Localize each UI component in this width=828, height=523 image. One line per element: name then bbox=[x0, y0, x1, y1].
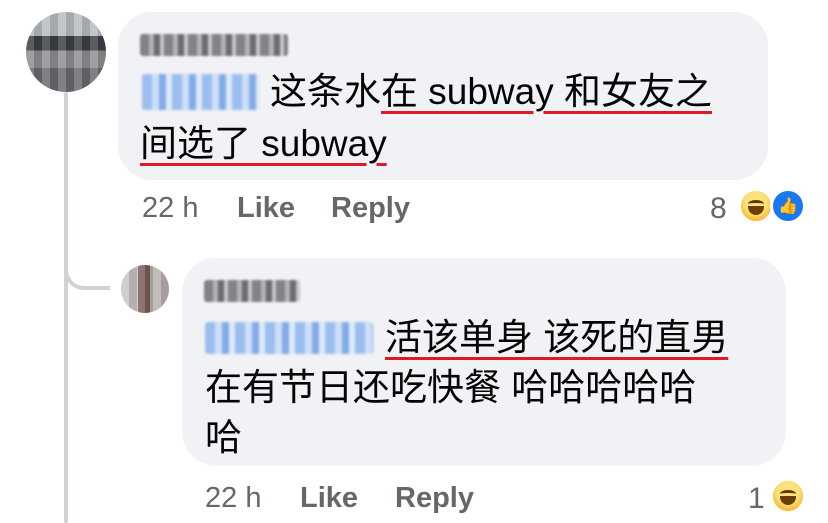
reply-avatar[interactable] bbox=[121, 265, 169, 313]
mention-tag-pixelated[interactable] bbox=[205, 322, 373, 354]
reply-button[interactable]: Reply bbox=[331, 192, 410, 225]
comment-text-line-1: 这条水在 subway 和女友之 bbox=[270, 72, 712, 112]
commenter-avatar[interactable] bbox=[26, 12, 106, 92]
comment-text-underlined: 在 subway 和女友之 bbox=[381, 71, 713, 112]
like-icon[interactable]: 👍 bbox=[770, 188, 806, 224]
reply-text-line-1: 活该单身 该死的直男 bbox=[385, 318, 728, 358]
reply-button[interactable]: Reply bbox=[395, 482, 474, 515]
thread-connector-line bbox=[64, 92, 68, 523]
mention-tag-pixelated[interactable] bbox=[142, 74, 260, 110]
haha-icon[interactable] bbox=[738, 188, 774, 224]
reply-timestamp[interactable]: 22 h bbox=[205, 482, 261, 515]
reply-text-underlined: 活该单身 该死的直男 bbox=[385, 317, 729, 358]
haha-icon[interactable] bbox=[770, 478, 806, 514]
reaction-count[interactable]: 8 bbox=[710, 192, 727, 226]
reply-text-line-2: 在有节日还吃快餐 哈哈哈哈哈 bbox=[205, 367, 697, 408]
like-button[interactable]: Like bbox=[237, 192, 295, 225]
comment-text-underlined: 间选了 subway bbox=[140, 123, 387, 164]
comment-text-plain: 这条水 bbox=[270, 71, 381, 112]
like-button[interactable]: Like bbox=[300, 482, 358, 515]
comment-text-line-2: 间选了 subway bbox=[140, 124, 387, 164]
reply-connector-curve bbox=[64, 250, 110, 290]
author-name-pixelated[interactable] bbox=[140, 34, 288, 56]
author-name-pixelated[interactable] bbox=[204, 280, 300, 302]
comment-timestamp[interactable]: 22 h bbox=[142, 192, 198, 225]
reply-text-line-3: 哈 bbox=[205, 417, 242, 458]
reaction-count[interactable]: 1 bbox=[748, 482, 765, 516]
